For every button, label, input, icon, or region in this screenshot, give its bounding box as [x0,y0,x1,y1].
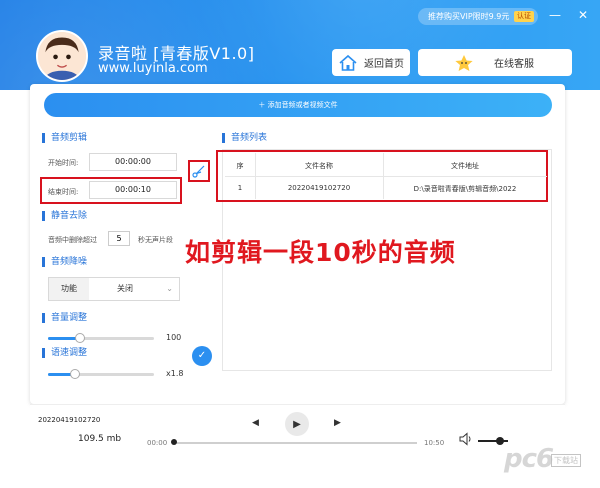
col-header-path: 文件地址 [451,162,479,170]
volume-slider-knob[interactable] [74,333,85,343]
speed-slider-knob[interactable] [69,369,80,379]
avatar [36,30,88,82]
service-button-label: 在线客服 [494,59,534,70]
audio-edit-title: 音频剪辑 [42,133,87,143]
denoise-select[interactable]: 功能 关闭 ⌄ [48,277,180,301]
speed-value: x1.8 [166,369,184,378]
vip-promo-button[interactable]: 推荐购买VIP限时9.9元 认证 [418,8,538,25]
row-file-name: 20220419102720 [287,184,351,192]
end-time-input[interactable]: 00:00:10 [89,181,177,199]
close-button[interactable]: ✕ [576,8,590,22]
start-time-label: 开始时间: [48,159,79,167]
plus-icon: ＋ [258,101,268,109]
cut-button[interactable] [188,160,210,182]
silence-title: 静音去除 [42,211,87,221]
progress-bar[interactable] [173,442,417,444]
minimize-button[interactable]: — [548,8,562,22]
end-time-label: 结束时间: [48,188,79,196]
volume-slider[interactable] [48,333,154,343]
next-icon[interactable]: ▶ [334,418,341,428]
player-file-name: 20220419102720 [38,416,101,424]
time-end: 10:50 [424,439,445,447]
speed-title: 语速调整 [42,348,87,358]
play-icon: ▶ [293,418,301,430]
start-time-input[interactable]: 00:00:00 [89,153,177,171]
row-file-path: D:\录音啦青春版\剪辑音频\2022 [413,185,517,193]
add-files-label: 添加音频或者视频文件 [267,101,338,109]
speed-slider[interactable] [48,369,154,379]
audio-list-title: 音频列表 [222,133,267,143]
denoise-select-value-wrap: 关闭 ⌄ [89,278,179,300]
volume-title: 音量调整 [42,313,87,323]
row-divider [225,176,547,177]
star-mascot-icon [455,54,473,71]
app-url: www.luyinla.com [98,61,208,76]
home-button-label: 返回首页 [364,59,404,70]
silence-seconds-input[interactable]: 5 [108,231,130,246]
denoise-title: 音频降噪 [42,257,87,267]
watermark-sub: 下载站 [551,454,581,467]
speaker-icon[interactable] [459,432,473,446]
player-file-size: 109.5 mb [78,434,122,444]
silence-prefix-label: 音频中删除超过 [48,236,97,244]
confirm-check-button[interactable]: ✓ [192,346,212,366]
scissors-icon [192,165,205,178]
check-icon: ✓ [197,350,207,361]
volume-value: 100 [166,333,182,342]
home-button[interactable]: 返回首页 [332,49,410,76]
play-button[interactable]: ▶ [285,412,309,436]
denoise-function-label: 功能 [49,278,89,300]
previous-icon[interactable]: ◀ [252,418,259,428]
watermark-logo: pc6 [504,444,554,474]
chevron-down-icon: ⌄ [166,284,173,293]
annotation-caption: 如剪辑一段10秒的音频 [185,238,456,267]
time-start: 00:00 [147,439,168,447]
col-header-index: 序 [236,162,244,170]
service-button[interactable]: 在线客服 [418,49,572,76]
home-icon [339,54,357,71]
add-files-button[interactable]: ＋ 添加音频或者视频文件 [44,93,552,117]
progress-knob[interactable] [171,439,177,445]
vip-badge: 认证 [514,11,534,22]
row-index: 1 [237,184,243,192]
player-volume-knob[interactable] [496,437,504,445]
denoise-value: 关闭 [117,284,133,293]
col-header-name: 文件名称 [305,162,333,170]
vip-promo-text: 推荐购买VIP限时9.9元 [428,12,510,21]
silence-suffix-label: 秒无声片段 [138,236,173,244]
